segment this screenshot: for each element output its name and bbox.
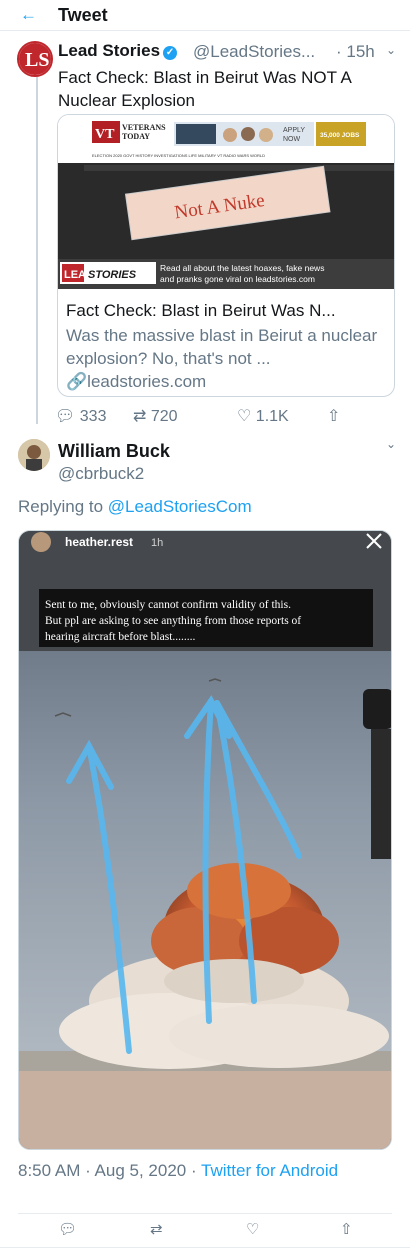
verified-badge-icon: ✓: [163, 46, 178, 60]
thread-line: [36, 72, 38, 424]
replying-to: Replying to @LeadStoriesCom: [18, 497, 252, 516]
card-title: Fact Check: Blast in Beirut Was N...: [66, 301, 336, 320]
back-arrow-icon[interactable]: ←: [0, 5, 58, 25]
reply-icon[interactable]: 💬︎: [58, 1220, 77, 1238]
story-time: 1h: [151, 537, 163, 549]
card-image: VT VETERANS TODAY APPLY NOW 35,000 JOBS …: [58, 115, 394, 289]
author-handle[interactable]: @LeadStories...: [193, 42, 315, 62]
svg-text:TODAY: TODAY: [122, 132, 150, 141]
svg-text:35,000 JOBS: 35,000 JOBS: [320, 132, 360, 139]
tweet-actions-bar: 💬︎ ⇄ ♡ ⇧: [0, 1220, 410, 1242]
share-icon[interactable]: ⇧: [340, 1220, 353, 1238]
story-user: heather.rest: [65, 535, 133, 549]
svg-text:NOW: NOW: [283, 136, 301, 143]
svg-text:and pranks gone viral on leads: and pranks gone viral on leadstories.com: [160, 274, 315, 284]
like-button[interactable]: ♡ 1.1K: [237, 406, 289, 426]
retweet-icon[interactable]: ⇄: [150, 1220, 163, 1238]
vt-logo: VT: [95, 127, 115, 142]
avatar[interactable]: LS: [17, 41, 53, 77]
svg-text:ELECTION 2020 GOVT HISTORY: ELECTION 2020 GOVT HISTORY INVESTIGATION…: [92, 153, 265, 158]
page-title: Tweet: [58, 4, 108, 25]
chevron-down-icon[interactable]: ⌄: [386, 43, 396, 57]
svg-text:APPLY: APPLY: [283, 127, 305, 134]
svg-text:Read all about the latest hoax: Read all about the latest hoaxes, fake n…: [160, 263, 324, 273]
card-description: Was the massive blast in Beirut a nuclea…: [66, 326, 378, 368]
svg-text:STORIES: STORIES: [88, 269, 137, 281]
retweet-icon: ⇄: [133, 408, 147, 425]
tweet-text: Fact Check: Blast in Beirut Was NOT A Nu…: [58, 68, 351, 110]
tweet-actions: 💬︎ 333 ⇄ 720 ♡ 1.1K ⇧: [55, 406, 355, 428]
tweet-photo[interactable]: heather.rest 1h Sent to me, obviously ca…: [18, 530, 392, 1150]
divider: [18, 1213, 392, 1214]
timestamp: 8:50 AM · Aug 5, 2020 ·: [18, 1161, 202, 1180]
heart-icon[interactable]: ♡: [246, 1220, 259, 1238]
share-icon: ⇧: [327, 408, 341, 425]
author-name[interactable]: William Buck: [58, 441, 170, 462]
top-bar: ← Tweet: [0, 0, 410, 31]
divider: [0, 1247, 410, 1248]
heart-icon: ♡: [237, 408, 252, 425]
tweet-meta: 8:50 AM · Aug 5, 2020 · Twitter for Andr…: [18, 1159, 398, 1182]
mention-link[interactable]: @LeadStoriesCom: [108, 497, 252, 516]
author-name[interactable]: Lead Stories ✓: [58, 41, 178, 61]
link-icon: 🔗: [66, 372, 88, 391]
chevron-down-icon[interactable]: ⌄: [386, 437, 396, 451]
svg-text:VETERANS: VETERANS: [122, 123, 166, 132]
reply-button[interactable]: 💬︎ 333: [55, 406, 106, 426]
link-card[interactable]: VT VETERANS TODAY APPLY NOW 35,000 JOBS …: [57, 114, 395, 397]
reply-icon: 💬︎: [55, 408, 76, 425]
svg-text:LS: LS: [25, 49, 49, 71]
client-link[interactable]: Twitter for Android: [201, 1161, 338, 1180]
avatar[interactable]: [18, 439, 50, 471]
share-button[interactable]: ⇧: [327, 406, 340, 426]
card-link[interactable]: 🔗leadstories.com: [66, 370, 388, 393]
author-handle[interactable]: @cbrbuck2: [58, 464, 144, 484]
retweet-button[interactable]: ⇄ 720: [133, 406, 178, 426]
tweet-time[interactable]: · 15h: [336, 42, 375, 62]
